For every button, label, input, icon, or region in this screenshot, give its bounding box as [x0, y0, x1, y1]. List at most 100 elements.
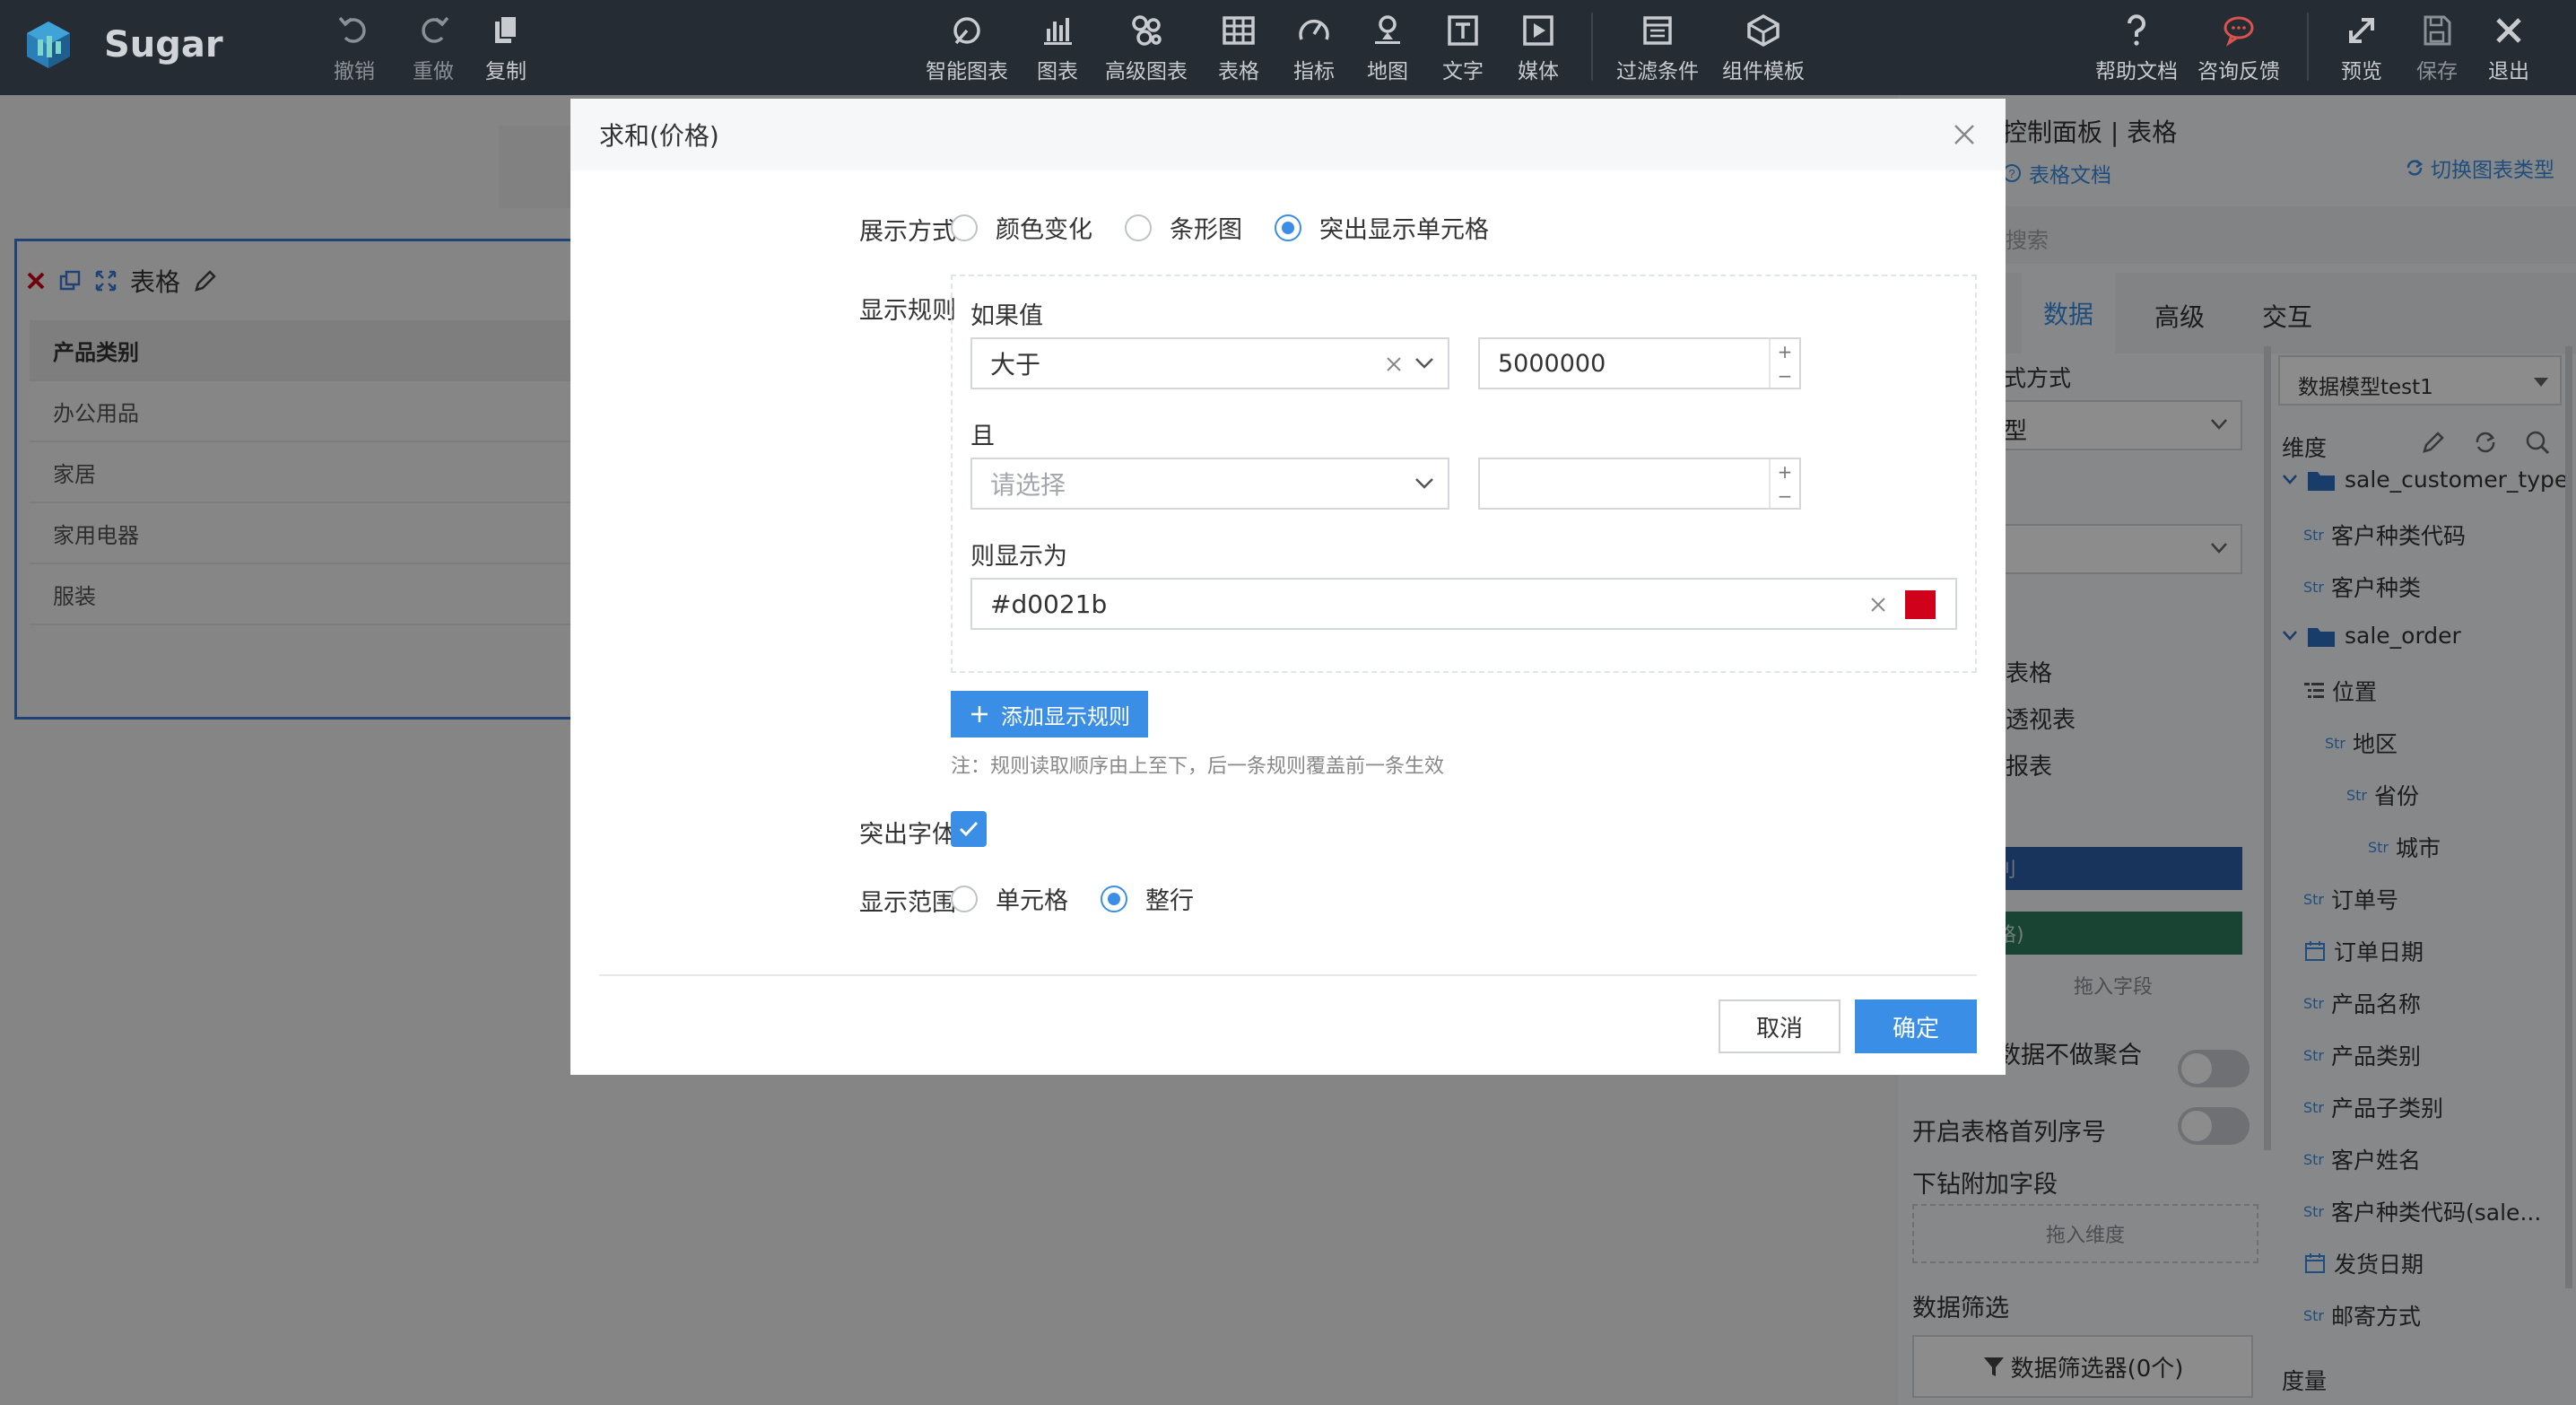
- exit-button[interactable]: 退出: [2488, 11, 2529, 84]
- value-stepper-2[interactable]: + −: [1769, 459, 1799, 508]
- map-button[interactable]: 地图: [1367, 11, 1408, 84]
- and-label: 且: [970, 423, 995, 450]
- add-rule-label: 添加显示规则: [1001, 703, 1130, 729]
- table-icon: [1223, 16, 1255, 45]
- radio-circle[interactable]: [951, 885, 978, 912]
- checkmark-icon: [959, 821, 979, 837]
- radio-scope-cell-label: 单元格: [996, 887, 1068, 915]
- radio-bar-label: 条形图: [1170, 216, 1242, 244]
- confirm-button[interactable]: 确定: [1855, 999, 1977, 1053]
- condition-select-2[interactable]: 请选择: [970, 458, 1449, 510]
- map-label: 地图: [1367, 60, 1408, 83]
- cancel-button[interactable]: 取消: [1719, 999, 1841, 1053]
- conditional-format-dialog: 求和(价格) 展示方式 颜色变化 条形图 突出显示单元格 显示规则 如果值 大于…: [570, 99, 2006, 1075]
- radio-circle[interactable]: [951, 214, 978, 241]
- preview-button[interactable]: 预览: [2341, 11, 2382, 84]
- condition-select[interactable]: 大于: [970, 337, 1449, 389]
- undo-button[interactable]: 撤销: [334, 11, 375, 84]
- radio-circle-selected[interactable]: [1101, 885, 1127, 912]
- smart-chart-button[interactable]: 智能图表: [926, 11, 1008, 84]
- redo-icon: [422, 16, 449, 43]
- undo-icon: [338, 16, 366, 43]
- save-icon: [2424, 15, 2451, 46]
- dialog-header: 求和(价格): [570, 99, 2006, 170]
- plus-icon: [971, 706, 988, 722]
- display-scope-radio-group: 单元格 整行: [951, 881, 1226, 916]
- if-value-label: 如果值: [970, 302, 1043, 330]
- color-picker-input[interactable]: #d0021b: [970, 578, 1957, 630]
- indicator-button[interactable]: 指标: [1293, 11, 1335, 84]
- filter-icon: [1643, 16, 1672, 45]
- save-label: 保存: [2416, 60, 2458, 83]
- increment-icon[interactable]: +: [1778, 463, 1793, 481]
- dialog-close-icon[interactable]: [1950, 120, 1979, 149]
- help-doc-button[interactable]: 帮助文档: [2095, 11, 2178, 84]
- decrement-icon[interactable]: −: [1778, 487, 1793, 505]
- then-display-label: 则显示为: [970, 543, 1067, 571]
- increment-icon[interactable]: +: [1778, 343, 1793, 361]
- bar-chart-icon: [1044, 18, 1072, 45]
- radio-scope-cell[interactable]: 单元格: [951, 881, 1068, 916]
- dialog-divider: [599, 974, 1977, 976]
- feedback-button[interactable]: 咨询反馈: [2197, 11, 2280, 84]
- component-template-label: 组件模板: [1722, 60, 1805, 83]
- bold-font-label: 突出字体: [859, 821, 956, 849]
- rule-note: 注：规则读取顺序由上至下，后一条规则覆盖前一条生效: [951, 755, 1445, 778]
- clear-icon[interactable]: [1385, 355, 1403, 373]
- undo-label: 撤销: [334, 60, 375, 83]
- color-swatch[interactable]: [1905, 590, 1936, 619]
- bold-font-checkbox[interactable]: [951, 811, 987, 847]
- redo-button[interactable]: 重做: [413, 11, 454, 84]
- clear-icon[interactable]: [1869, 596, 1887, 614]
- copy-label: 复制: [485, 60, 527, 83]
- chevron-down-icon: [1415, 358, 1433, 369]
- feedback-icon: [2224, 16, 2254, 47]
- media-button[interactable]: 媒体: [1518, 11, 1559, 84]
- component-template-button[interactable]: 组件模板: [1722, 11, 1805, 84]
- advanced-chart-label: 高级图表: [1105, 60, 1188, 83]
- condition-value: 大于: [990, 350, 1041, 380]
- indicator-label: 指标: [1293, 60, 1335, 83]
- display-scope-label: 显示范围: [859, 889, 956, 917]
- radio-circle-selected[interactable]: [1275, 214, 1301, 241]
- filter-condition-button[interactable]: 过滤条件: [1616, 11, 1699, 84]
- filter-condition-label: 过滤条件: [1616, 60, 1699, 83]
- media-icon: [1523, 15, 1553, 46]
- app-name: Sugar: [104, 24, 223, 65]
- radio-bar[interactable]: 条形图: [1125, 210, 1242, 245]
- chart-label: 图表: [1037, 60, 1078, 83]
- radio-color-change-label: 颜色变化: [996, 216, 1092, 244]
- condition-2-placeholder: 请选择: [990, 470, 1066, 500]
- feedback-label: 咨询反馈: [2197, 60, 2280, 83]
- radio-highlight-cell[interactable]: 突出显示单元格: [1275, 210, 1489, 245]
- value-input-1-text: 5000000: [1498, 349, 1606, 378]
- text-button[interactable]: 文字: [1442, 11, 1484, 84]
- value-input-1[interactable]: 5000000 + −: [1478, 337, 1801, 389]
- table-label: 表格: [1218, 60, 1259, 83]
- top-toolbar: Sugar 撤销 重做 复制 智能图表 图表 高级图表 表格 指标 地图 文字: [0, 0, 2576, 95]
- chart-button[interactable]: 图表: [1037, 11, 1078, 84]
- value-stepper-1[interactable]: + −: [1769, 339, 1799, 388]
- advanced-chart-button[interactable]: 高级图表: [1105, 11, 1188, 84]
- chevron-down-icon: [1415, 478, 1433, 489]
- copy-icon: [495, 15, 518, 43]
- map-pin-icon: [1375, 15, 1400, 44]
- display-mode-radio-group: 颜色变化 条形图 突出显示单元格: [951, 210, 1521, 245]
- radio-scope-row[interactable]: 整行: [1101, 881, 1194, 916]
- save-button[interactable]: 保存: [2416, 11, 2458, 84]
- radio-scope-row-label: 整行: [1145, 887, 1194, 915]
- toolbar-divider: [1591, 13, 1593, 81]
- sugar-logo-icon: [27, 22, 70, 68]
- value-input-2[interactable]: + −: [1478, 458, 1801, 510]
- copy-button[interactable]: 复制: [485, 11, 527, 84]
- table-button[interactable]: 表格: [1218, 11, 1259, 84]
- text-icon: [1448, 15, 1478, 46]
- expand-icon: [2349, 18, 2374, 43]
- decrement-icon[interactable]: −: [1778, 367, 1793, 385]
- redo-label: 重做: [413, 60, 454, 83]
- toolbar-divider-right: [2307, 13, 2309, 81]
- smart-chart-label: 智能图表: [926, 60, 1008, 83]
- add-rule-button[interactable]: 添加显示规则: [951, 691, 1148, 737]
- radio-color-change[interactable]: 颜色变化: [951, 210, 1092, 245]
- radio-circle[interactable]: [1125, 214, 1152, 241]
